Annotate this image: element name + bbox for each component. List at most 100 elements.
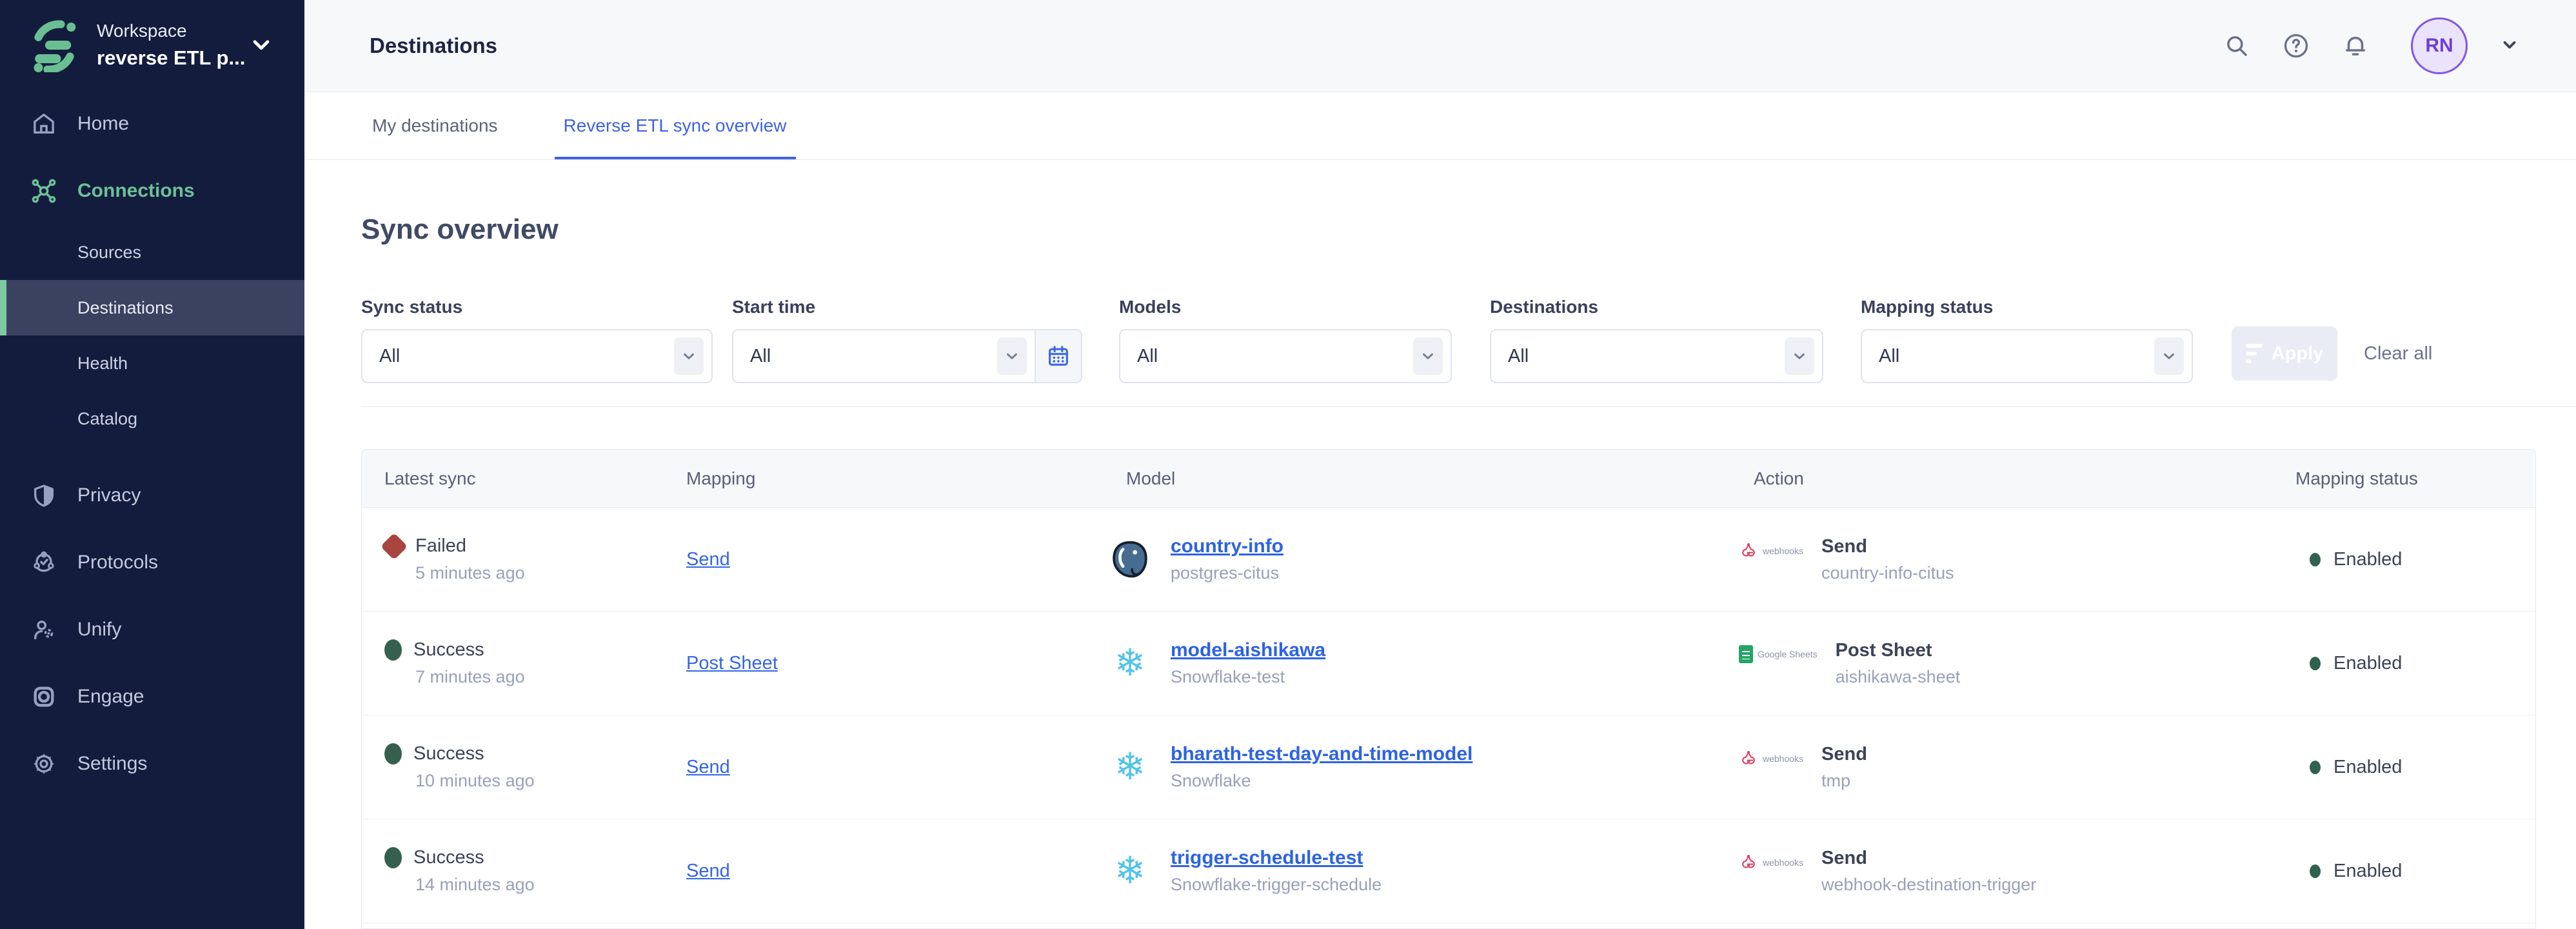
workspace-name: reverse ETL p... bbox=[97, 46, 245, 70]
chevron-down-icon[interactable] bbox=[2500, 35, 2519, 57]
workspace-label: Workspace bbox=[97, 21, 245, 41]
filter-models: Models All bbox=[1119, 297, 1452, 383]
latest-sync-cell: Success 10 minutes ago bbox=[384, 743, 686, 791]
sync-status-select[interactable]: All bbox=[361, 329, 713, 383]
column-header-model: Model bbox=[1110, 468, 1739, 489]
apply-button-label: Apply bbox=[2272, 343, 2324, 365]
tab-reverse-etl-sync-overview[interactable]: Reverse ETL sync overview bbox=[555, 92, 796, 159]
sidebar-item-catalog[interactable]: Catalog bbox=[0, 391, 304, 446]
sidebar: Workspace reverse ETL p... Home Connecti… bbox=[0, 0, 304, 929]
mapping-status-select[interactable]: All bbox=[1861, 329, 2193, 383]
search-icon[interactable] bbox=[2223, 32, 2251, 60]
enabled-dot-icon bbox=[2310, 761, 2321, 774]
table-row: Success 7 minutes ago Post Sheet ❄ model… bbox=[362, 612, 2535, 715]
mapping-link[interactable]: Send bbox=[686, 549, 730, 570]
action-name: Post Sheet bbox=[1836, 640, 1961, 661]
chevron-down-icon[interactable] bbox=[250, 34, 272, 55]
model-subtitle: postgres-citus bbox=[1171, 563, 1283, 583]
sidebar-item-destinations[interactable]: Destinations bbox=[0, 280, 304, 335]
select-value: All bbox=[1137, 346, 1158, 367]
sidebar-item-health[interactable]: Health bbox=[0, 335, 304, 391]
unify-icon bbox=[28, 614, 59, 645]
action-subtitle: webhook-destination-trigger bbox=[1821, 875, 2036, 895]
models-select[interactable]: All bbox=[1119, 329, 1452, 383]
home-icon bbox=[28, 108, 59, 139]
help-icon[interactable] bbox=[2282, 32, 2310, 60]
chevron-down-icon bbox=[1413, 337, 1443, 375]
tab-my-destinations[interactable]: My destinations bbox=[363, 92, 507, 159]
postgres-icon bbox=[1110, 539, 1150, 579]
model-link[interactable]: country-info bbox=[1171, 535, 1283, 557]
calendar-icon[interactable] bbox=[1035, 330, 1081, 382]
shield-icon bbox=[28, 480, 59, 511]
avatar[interactable]: RN bbox=[2411, 17, 2468, 74]
clear-all-link[interactable]: Clear all bbox=[2364, 343, 2432, 365]
sidebar-item-privacy[interactable]: Privacy bbox=[0, 462, 304, 529]
start-time-select[interactable]: All bbox=[732, 329, 1082, 383]
main-area: Destinations RN My destinations Reverse … bbox=[304, 0, 2576, 929]
sidebar-item-engage[interactable]: Engage bbox=[0, 663, 304, 730]
action-icon-label: Google Sheets bbox=[1758, 649, 1818, 659]
apply-button[interactable]: Apply bbox=[2232, 326, 2337, 381]
action-icon-label: webhooks bbox=[1763, 754, 1803, 764]
model-link[interactable]: trigger-schedule-test bbox=[1171, 847, 1363, 868]
page-title: Destinations bbox=[370, 34, 497, 58]
webhooks-icon: webhooks bbox=[1739, 541, 1803, 561]
sync-time: 14 minutes ago bbox=[384, 875, 686, 895]
column-header-mapping: Mapping bbox=[686, 468, 1110, 489]
model-subtitle: Snowflake bbox=[1171, 771, 1472, 791]
avatar-initials: RN bbox=[2425, 35, 2453, 57]
table-row: Failed 5 minutes ago Send country-info p… bbox=[362, 508, 2535, 612]
sidebar-item-label: Settings bbox=[77, 753, 147, 775]
tab-bar: My destinations Reverse ETL sync overvie… bbox=[304, 92, 2576, 160]
action-subtitle: tmp bbox=[1821, 771, 1867, 791]
sync-status-text: Success bbox=[413, 847, 484, 868]
sync-status-text: Success bbox=[413, 639, 484, 661]
mapping-link[interactable]: Send bbox=[686, 861, 730, 881]
filter-label: Models bbox=[1119, 297, 1452, 317]
success-status-icon bbox=[384, 743, 402, 764]
sync-status-text: Success bbox=[413, 743, 484, 764]
bell-icon[interactable] bbox=[2341, 32, 2370, 60]
sidebar-item-settings[interactable]: Settings bbox=[0, 730, 304, 797]
select-value: All bbox=[750, 346, 771, 367]
google-sheets-icon: Google Sheets bbox=[1739, 645, 1818, 663]
model-link[interactable]: bharath-test-day-and-time-model bbox=[1171, 743, 1472, 764]
sidebar-item-label: Catalog bbox=[77, 409, 137, 429]
latest-sync-cell: Success 7 minutes ago bbox=[384, 639, 686, 687]
connections-icon bbox=[28, 175, 59, 206]
action-subtitle: aishikawa-sheet bbox=[1836, 667, 1961, 687]
table-header: Latest sync Mapping Model Action Mapping… bbox=[362, 450, 2535, 508]
filter-start-time: Start time All bbox=[732, 297, 1082, 383]
sidebar-item-sources[interactable]: Sources bbox=[0, 225, 304, 280]
mapping-link[interactable]: Send bbox=[686, 757, 730, 777]
sidebar-item-unify[interactable]: Unify bbox=[0, 596, 304, 663]
failed-status-icon bbox=[381, 532, 408, 559]
action-name: Send bbox=[1821, 744, 1867, 765]
sync-time: 10 minutes ago bbox=[384, 771, 686, 791]
latest-sync-cell: Failed 5 minutes ago bbox=[384, 535, 686, 583]
snowflake-icon: ❄ bbox=[1110, 851, 1150, 891]
mapping-link[interactable]: Post Sheet bbox=[686, 653, 778, 674]
topbar: Destinations RN bbox=[304, 0, 2576, 92]
filter-destinations: Destinations All bbox=[1490, 297, 1823, 383]
workspace-switcher[interactable]: Workspace reverse ETL p... bbox=[0, 0, 304, 90]
destinations-select[interactable]: All bbox=[1490, 329, 1823, 383]
filter-label: Mapping status bbox=[1861, 297, 2193, 317]
filter-lines-icon bbox=[2246, 344, 2263, 363]
sync-status-text: Failed bbox=[415, 535, 466, 557]
mapping-status-text: Enabled bbox=[2333, 861, 2402, 882]
sidebar-item-label: Unify bbox=[77, 619, 121, 641]
content: Sync overview Sync status All Start time… bbox=[304, 160, 2576, 929]
section-title: Sync overview bbox=[361, 214, 559, 246]
sidebar-item-connections[interactable]: Connections bbox=[0, 157, 304, 225]
sidebar-item-label: Destinations bbox=[77, 298, 173, 318]
model-link[interactable]: model-aishikawa bbox=[1171, 639, 1325, 661]
sidebar-item-home[interactable]: Home bbox=[0, 90, 304, 157]
sidebar-item-label: Engage bbox=[77, 686, 144, 708]
sidebar-item-protocols[interactable]: Protocols bbox=[0, 529, 304, 596]
tab-label: Reverse ETL sync overview bbox=[564, 115, 787, 136]
filter-sync-status: Sync status All bbox=[361, 297, 713, 383]
success-status-icon bbox=[384, 847, 402, 868]
column-header-action: Action bbox=[1739, 468, 2310, 489]
